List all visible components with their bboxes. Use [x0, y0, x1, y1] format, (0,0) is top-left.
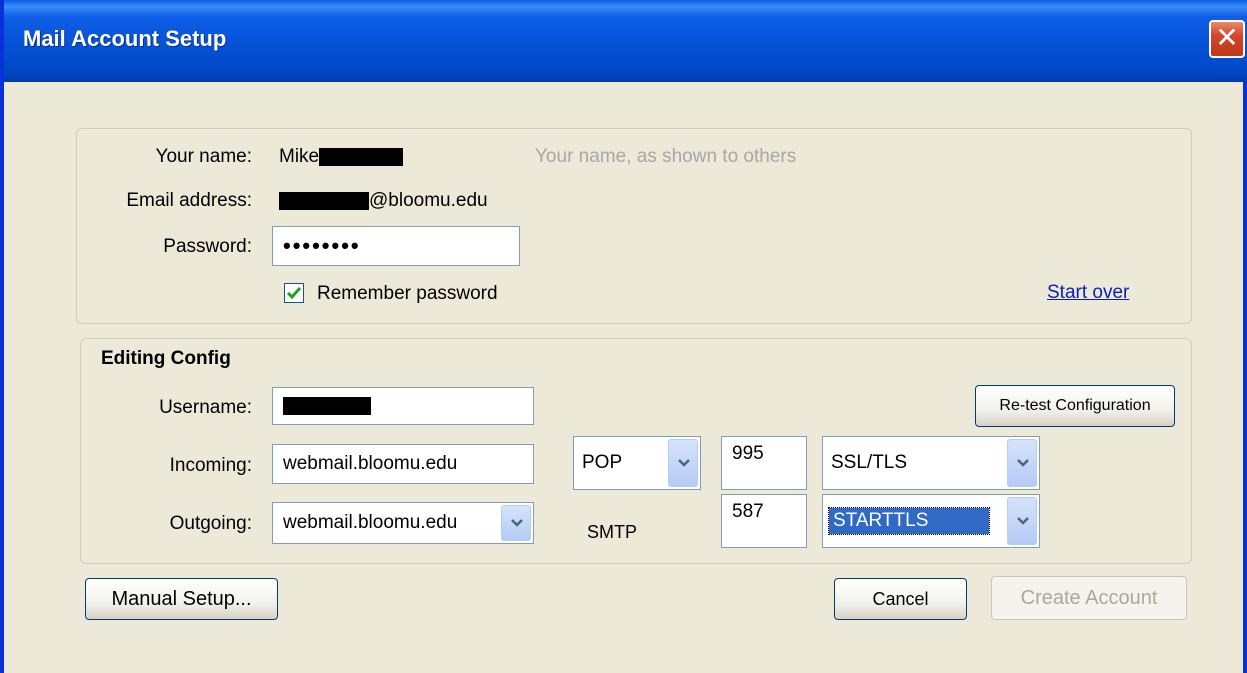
incoming-security-dropdown-icon[interactable] [1007, 439, 1037, 487]
email-address-label: Email address: [126, 190, 252, 211]
incoming-label: Incoming: [169, 455, 252, 476]
outgoing-port-field[interactable]: 587 [721, 494, 807, 548]
outgoing-protocol-label: SMTP [587, 522, 638, 542]
username-field[interactable] [272, 387, 534, 425]
email-domain-text: @bloomu.edu [369, 190, 488, 211]
outgoing-port-value: 587 [732, 501, 764, 522]
incoming-protocol-dropdown-icon[interactable] [668, 439, 698, 487]
incoming-security-value: SSL/TLS [831, 452, 908, 473]
retest-configuration-label: Re-test Configuration [999, 397, 1151, 414]
password-field[interactable]: •••••••• [272, 226, 520, 266]
outgoing-label: Outgoing: [169, 513, 252, 534]
cancel-label: Cancel [872, 589, 929, 609]
manual-setup-button[interactable]: Manual Setup... [85, 578, 278, 620]
close-button[interactable]: ✕ [1209, 20, 1245, 58]
incoming-server-text: webmail.bloomu.edu [283, 453, 458, 474]
incoming-protocol-value: POP [582, 452, 623, 473]
username-label: Username: [159, 397, 252, 418]
redacted-surname [319, 147, 404, 166]
outgoing-security-select[interactable]: STARTTLS [822, 494, 1040, 548]
window-title: Mail Account Setup [23, 26, 227, 51]
checkmark-icon [286, 287, 302, 300]
remember-password-checkbox[interactable] [284, 283, 304, 303]
outgoing-server-select[interactable]: webmail.bloomu.edu [272, 502, 534, 544]
incoming-port-field[interactable]: 995 [721, 436, 807, 490]
start-over-link[interactable]: Start over [1047, 282, 1129, 304]
password-label: Password: [163, 236, 252, 257]
your-name-value: Mike [279, 146, 404, 168]
your-name-hint: Your name, as shown to others [535, 146, 797, 167]
outgoing-security-dropdown-icon[interactable] [1007, 497, 1037, 545]
redacted-username [283, 397, 371, 415]
cancel-button[interactable]: Cancel [834, 578, 967, 620]
manual-setup-label: Manual Setup... [111, 588, 252, 610]
your-name-text: Mike [279, 146, 320, 167]
redacted-email-user [279, 191, 369, 210]
remember-password-label[interactable]: Remember password [317, 283, 498, 305]
outgoing-server-value: webmail.bloomu.edu [283, 512, 458, 533]
your-name-label: Your name: [155, 146, 252, 167]
incoming-port-value: 995 [732, 443, 764, 464]
outgoing-security-value: STARTTLS [828, 507, 990, 535]
mail-account-setup-window: Mail Account Setup ✕ Your name: Mike You… [0, 0, 1247, 673]
incoming-security-select[interactable]: SSL/TLS [822, 436, 1040, 490]
email-address-value: @bloomu.edu [279, 190, 488, 212]
editing-config-heading: Editing Config [101, 348, 231, 369]
retest-configuration-button[interactable]: Re-test Configuration [975, 385, 1175, 427]
close-icon: ✕ [1215, 21, 1239, 54]
title-bar[interactable]: Mail Account Setup ✕ [4, 0, 1247, 82]
outgoing-server-dropdown-icon[interactable] [501, 505, 531, 541]
create-account-label: Create Account [1020, 587, 1158, 609]
incoming-server-field[interactable]: webmail.bloomu.edu [272, 444, 534, 484]
password-dots: •••••••• [283, 233, 361, 258]
incoming-protocol-select[interactable]: POP [573, 436, 701, 490]
create-account-button[interactable]: Create Account [991, 576, 1187, 620]
